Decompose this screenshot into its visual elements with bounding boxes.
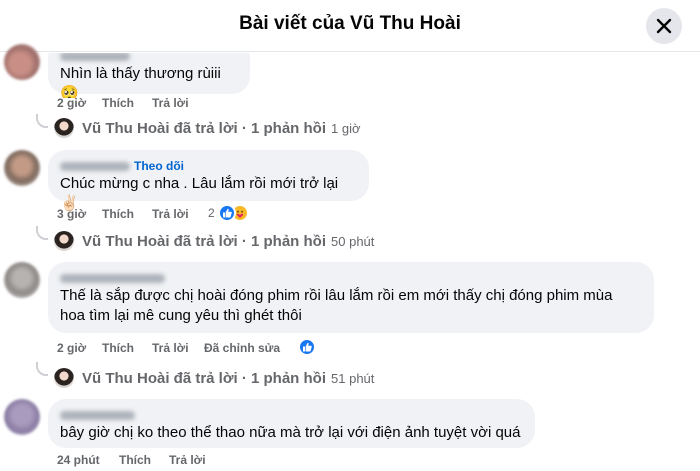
comment-time[interactable]: 24 phút [57,452,100,468]
thread-connector [36,362,48,376]
reply-time: 51 phút [331,370,375,386]
comment-text-line: Thế là sắp được chị hoài đóng phim rồi l… [60,287,613,304]
comment-text-line: hoa tìm lại mê cung yêu thì ghét thôi [60,307,302,324]
reply-time: 50 phút [331,233,375,249]
commenter-avatar[interactable] [4,262,40,298]
reply-button[interactable]: Trả lời [152,95,189,111]
replies-summary: Vũ Thu Hoài đã trả lời · 1 phản hồi [82,119,327,137]
commenter-avatar[interactable] [4,399,40,435]
comment-bubble-clip: Nhìn là thấy thương rùiii 🥺 [0,53,700,98]
author-avatar [54,118,74,138]
commenter-name[interactable] [60,53,238,64]
author-avatar [54,368,74,388]
follow-button[interactable]: Theo dõi [134,159,184,173]
like-button[interactable]: Thích [102,95,134,111]
replies-summary: Vũ Thu Hoài đã trả lời · 1 phản hồi [82,232,327,250]
like-button[interactable]: Thích [119,452,151,468]
like-reaction-icon [298,338,316,356]
reply-button[interactable]: Trả lời [169,452,206,468]
close-button[interactable] [646,8,682,44]
like-button[interactable]: Thích [102,206,134,222]
reply-time: 1 giờ [331,120,361,136]
view-replies-link[interactable]: Vũ Thu Hoài đã trả lời · 1 phản hồi 51 p… [54,366,374,390]
like-reaction-icon [217,204,236,222]
dialog-header: Bài viết của Vũ Thu Hoài [0,0,700,52]
reply-button[interactable]: Trả lời [152,206,189,222]
view-replies-link[interactable]: Vũ Thu Hoài đã trả lời · 1 phản hồi 50 p… [54,229,374,253]
reply-button[interactable]: Trả lời [152,340,189,356]
view-replies-link[interactable]: Vũ Thu Hoài đã trả lời · 1 phản hồi 1 gi… [54,116,361,140]
replies-summary: Vũ Thu Hoài đã trả lời · 1 phản hồi [82,369,327,387]
reaction-summary[interactable]: 2 [208,204,249,222]
reaction-summary[interactable] [298,338,316,356]
dialog-title: Bài viết của Vũ Thu Hoài [239,13,461,34]
thread-connector [36,114,48,128]
comment-bubble: Nhìn là thấy thương rùiii 🥺 [48,53,250,98]
comment-time[interactable]: 2 giờ [57,95,86,111]
comment-text: Nhìn là thấy thương rùiii 🥺 [60,65,221,98]
comment-bubble: Theo dõi Chúc mừng c nha . Lâu lắm rồi m… [48,150,369,212]
edited-label[interactable]: Đã chỉnh sửa [204,340,280,356]
close-icon [656,18,672,34]
commenter-name-line: Theo dõi [60,158,357,174]
comment-text: bây giờ chị ko theo thể thao nữa mà trở … [60,424,521,441]
thread-connector [36,226,48,240]
commenter-name[interactable] [60,407,523,423]
comment-time[interactable]: 2 giờ [57,340,86,356]
comment-bubble: Thế là sắp được chị hoài đóng phim rồi l… [48,262,654,333]
commenter-name[interactable] [60,162,130,172]
commenter-name[interactable] [60,270,642,286]
comment-bubble: bây giờ chị ko theo thể thao nữa mà trở … [48,399,535,448]
commenter-avatar[interactable] [4,150,40,186]
comment-time[interactable]: 3 giờ [57,206,86,222]
author-avatar [54,231,74,251]
like-button[interactable]: Thích [102,340,134,356]
reaction-count: 2 [208,206,215,220]
